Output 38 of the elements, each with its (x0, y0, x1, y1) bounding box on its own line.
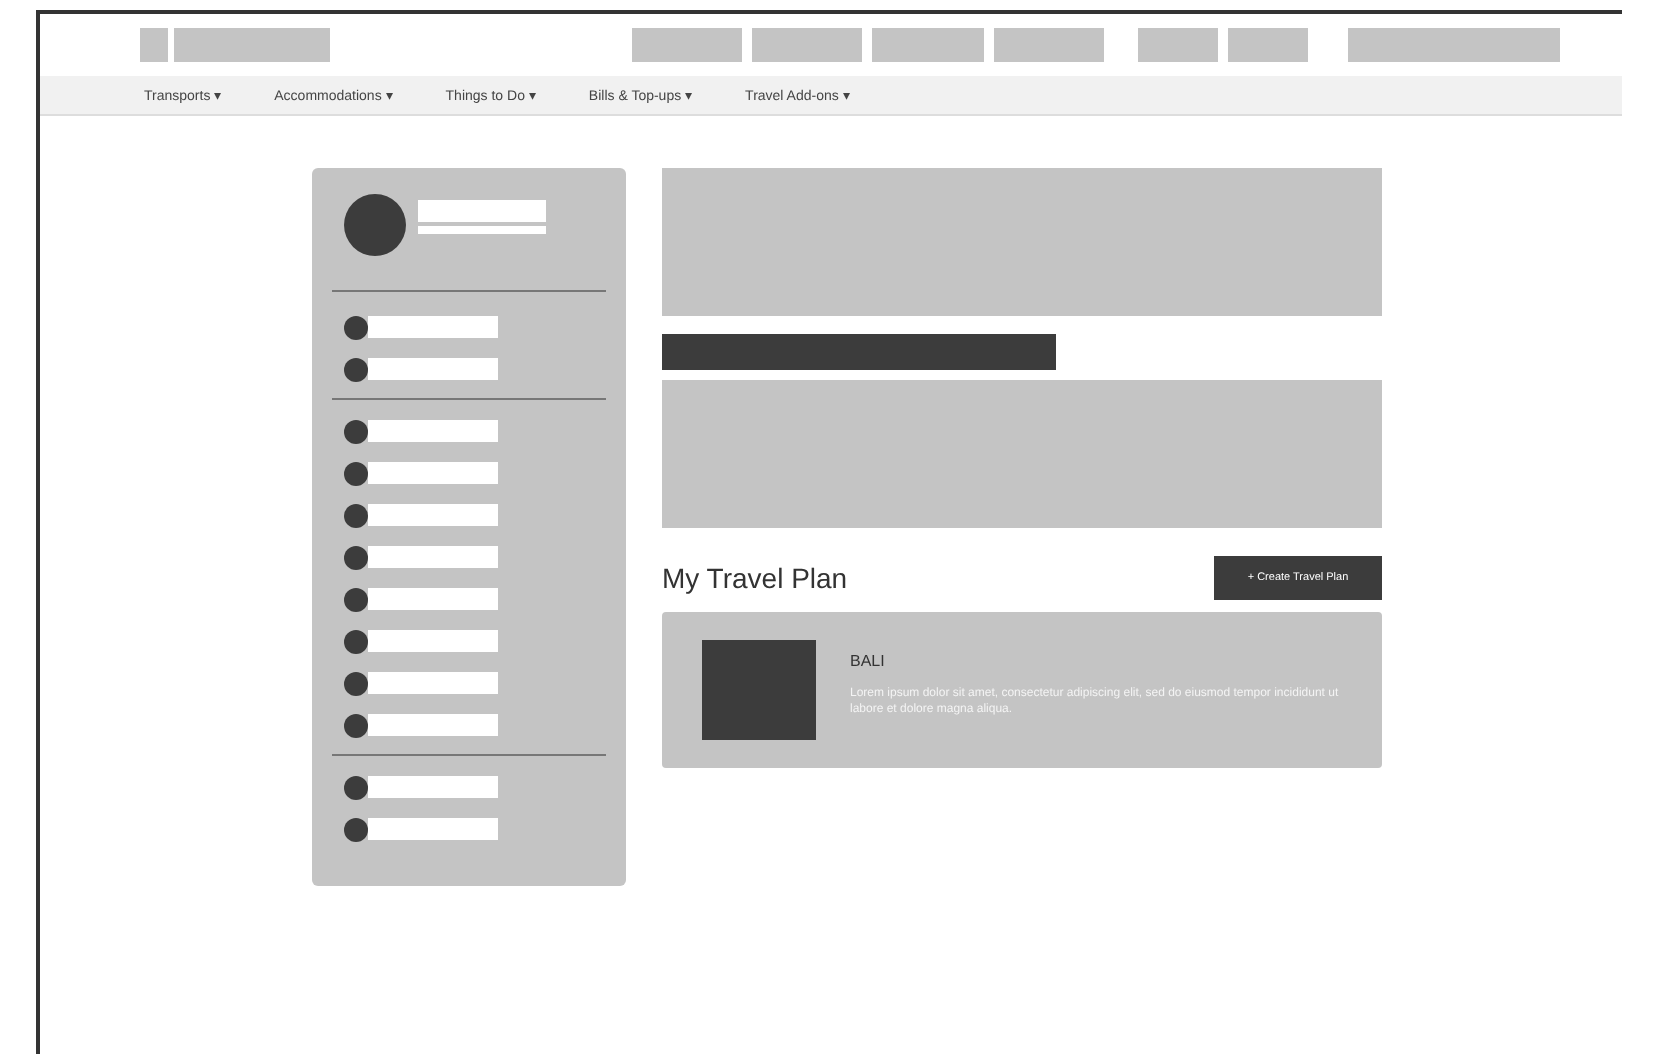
menu-icon (344, 817, 368, 841)
account-placeholder[interactable] (1348, 28, 1560, 62)
menu-placeholder[interactable] (632, 28, 742, 62)
menu-icon (344, 671, 368, 695)
menu-placeholder[interactable] (994, 28, 1104, 62)
menu-item-placeholder[interactable] (368, 462, 498, 484)
menu-icon (344, 503, 368, 527)
name-placeholder (418, 226, 546, 234)
menu-icon (344, 775, 368, 799)
menu-placeholder[interactable] (752, 28, 862, 62)
menu-item-placeholder[interactable] (368, 672, 498, 694)
menu-item-placeholder[interactable] (368, 630, 498, 652)
menu-icon (344, 357, 368, 381)
menu-item-placeholder[interactable] (368, 504, 498, 526)
menu-item-placeholder[interactable] (368, 588, 498, 610)
section-heading: My Travel Plan (662, 562, 848, 594)
menu-item-placeholder[interactable] (368, 776, 498, 798)
menu-item-placeholder[interactable] (368, 546, 498, 568)
plan-title: BALI (850, 652, 887, 670)
menu-icon (344, 315, 368, 339)
menu-icon (344, 461, 368, 485)
name-placeholder (418, 200, 546, 222)
menu-item-placeholder[interactable] (368, 316, 498, 338)
menu-icon (344, 713, 368, 737)
image-placeholder (702, 640, 816, 740)
menu-icon (344, 419, 368, 443)
menu-item-placeholder[interactable] (368, 714, 498, 736)
menu-item-placeholder[interactable] (368, 420, 498, 442)
menu-placeholder[interactable] (1228, 28, 1308, 62)
menu-icon (344, 629, 368, 653)
menu-placeholder[interactable] (1138, 28, 1218, 62)
menu-item-placeholder[interactable] (368, 358, 498, 380)
menu-icon (344, 545, 368, 569)
avatar-icon (344, 194, 406, 256)
menu-icon (344, 587, 368, 611)
menu-placeholder[interactable] (872, 28, 984, 62)
logo-placeholder (140, 28, 168, 62)
menu-item-placeholder[interactable] (368, 818, 498, 840)
